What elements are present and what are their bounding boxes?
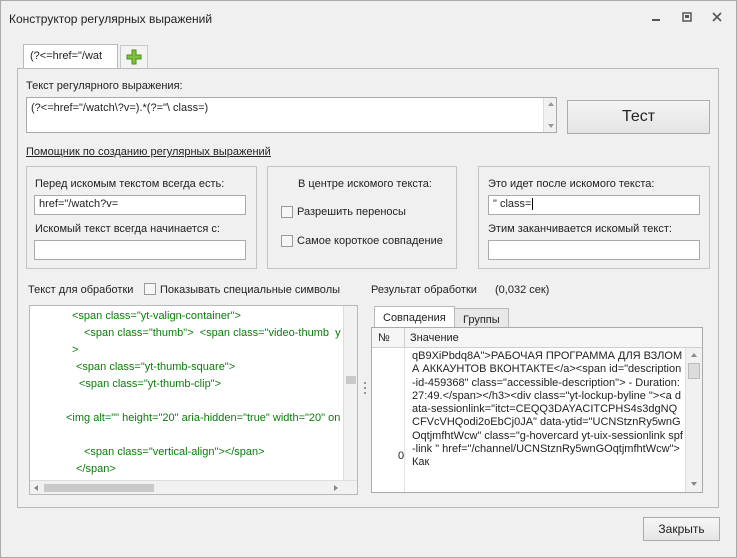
center-label: В центре искомого текста: [298, 178, 432, 190]
matches-grid: № Значение 0 qB9XiPbdq8A">РАБОЧАЯ ПРОГРА… [371, 327, 703, 493]
regex-scrollbar[interactable] [543, 98, 556, 132]
scroll-up-icon [691, 353, 697, 357]
close-icon[interactable] [707, 10, 727, 28]
minimize-icon[interactable] [646, 10, 666, 28]
code-line: <span class="thumb"> <span class="video-… [84, 327, 341, 339]
code-line: <img alt="" height="20" aria-hidden="tru… [66, 412, 341, 424]
text-cursor [532, 198, 534, 210]
title-bar: Конструктор регулярных выражений [1, 1, 737, 37]
hscroll-thumb[interactable] [44, 484, 154, 492]
match-row-number: 0 [398, 450, 405, 462]
result-label: Результат обработки [371, 284, 477, 296]
ends-label: Этим заканчивается искомый текст: [488, 223, 672, 235]
tab-regex-1[interactable]: (?<=href="/wat [23, 44, 118, 69]
vscroll-thumb[interactable] [346, 376, 356, 384]
after-value: " class= [493, 198, 532, 210]
code-line: <span class="vertical-align"></span> [84, 446, 265, 458]
before-input[interactable]: href="/watch?v= [34, 195, 246, 215]
grid-header: № Значение [372, 328, 702, 348]
regex-input[interactable]: (?<=href="/watch\?v=).*(?="\ class=) [26, 97, 557, 133]
starts-label: Искомый текст всегда начинается с: [35, 223, 220, 235]
scroll-left-icon [34, 485, 38, 491]
starts-input[interactable] [34, 240, 246, 260]
show-special-checkbox[interactable] [144, 283, 156, 295]
regex-value: (?<=href="/watch\?v=).*(?="\ class=) [31, 102, 209, 114]
matches-vscroll[interactable] [685, 348, 702, 492]
regex-constructor-window: Конструктор регулярных выражений (?<=hre… [0, 0, 737, 558]
shortest-match-label: Самое короткое совпадение [297, 235, 443, 247]
result-time: (0,032 сек) [495, 284, 550, 296]
test-button[interactable]: Тест [567, 100, 710, 134]
close-button[interactable]: Закрыть [643, 517, 720, 541]
before-label: Перед искомым текстом всегда есть: [35, 178, 225, 190]
column-value: Значение [410, 332, 459, 344]
ends-input[interactable] [488, 240, 700, 260]
before-value: href="/watch?v= [39, 198, 119, 210]
match-value[interactable]: qB9XiPbdq8A">РАБОЧАЯ ПРОГРАММА ДЛЯ ВЗЛОМ… [412, 350, 684, 470]
matches-scroll-thumb[interactable] [688, 363, 700, 379]
regex-label: Текст регулярного выражения: [26, 80, 183, 92]
regex-helper-link[interactable]: Помощник по созданию регулярных выражени… [26, 146, 271, 158]
plus-icon [126, 49, 142, 65]
processing-hscroll[interactable] [30, 480, 357, 494]
processing-label: Текст для обработки [28, 284, 134, 296]
code-line: <span class="yt-thumb-square"> [76, 361, 236, 373]
allow-wrap-checkbox[interactable] [281, 206, 293, 218]
allow-wrap-label: Разрешить переносы [297, 206, 406, 218]
tab-matches[interactable]: Совпадения [374, 306, 455, 328]
shortest-match-checkbox[interactable] [281, 235, 293, 247]
processing-text-area[interactable]: <span class="yt-valign-container"> <span… [29, 305, 358, 495]
show-special-label: Показывать специальные символы [160, 284, 341, 296]
code-line: > [72, 344, 79, 356]
scroll-right-icon [334, 485, 338, 491]
scroll-down-icon [691, 482, 697, 486]
after-label: Это идет после искомого текста: [488, 178, 655, 190]
tab-groups[interactable]: Группы [454, 308, 509, 328]
code-line: </span> [76, 463, 116, 475]
splitter-handle[interactable] [362, 381, 368, 395]
window-title: Конструктор регулярных выражений [9, 12, 213, 26]
column-number: № [378, 332, 390, 344]
add-tab-button[interactable] [120, 45, 148, 69]
restore-icon[interactable] [677, 10, 697, 28]
processing-vscroll[interactable] [343, 306, 357, 480]
after-input[interactable]: " class= [488, 195, 700, 215]
code-line: <span class="yt-valign-container"> [72, 310, 241, 322]
code-line: <span class="yt-thumb-clip"> [79, 378, 222, 390]
